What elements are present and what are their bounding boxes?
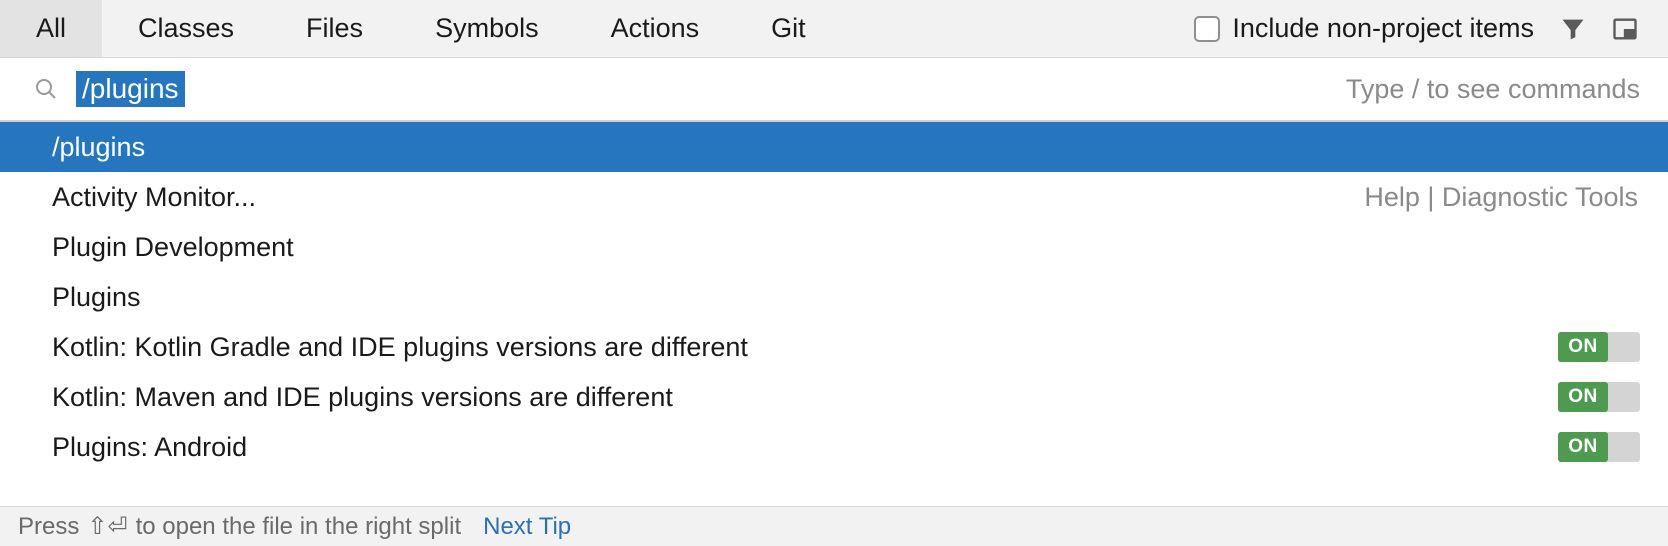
results-list: /plugins Activity Monitor... Help | Diag…	[0, 122, 1668, 472]
footer-text-after: to open the file in the right split	[136, 513, 462, 541]
tab-label: All	[36, 13, 66, 44]
include-nonproject-wrap: Include non-project items	[1194, 13, 1558, 44]
toggle-switch[interactable]: ON	[1558, 332, 1640, 362]
result-row[interactable]: /plugins	[0, 122, 1668, 172]
toggle-on-label: ON	[1558, 382, 1608, 412]
tab-git[interactable]: Git	[735, 0, 842, 57]
result-row[interactable]: Plugins: Android ON	[0, 422, 1668, 472]
tab-files[interactable]: Files	[270, 0, 399, 57]
search-row: /plugins Type / to see commands	[0, 58, 1668, 122]
toolbar-icons	[1558, 14, 1668, 44]
filter-icon[interactable]	[1558, 14, 1588, 44]
result-label: Kotlin: Kotlin Gradle and IDE plugins ve…	[52, 332, 748, 363]
tab-label: Classes	[138, 13, 234, 44]
tab-label: Symbols	[435, 13, 539, 44]
result-row[interactable]: Plugin Development	[0, 222, 1668, 272]
search-input[interactable]: /plugins	[76, 71, 185, 107]
footer-keys: ⇧⏎	[87, 512, 127, 541]
open-in-window-icon[interactable]	[1610, 14, 1640, 44]
result-label: Activity Monitor...	[52, 182, 256, 213]
result-row[interactable]: Kotlin: Maven and IDE plugins versions a…	[0, 372, 1668, 422]
tab-label: Files	[306, 13, 363, 44]
toggle-switch[interactable]: ON	[1558, 382, 1640, 412]
search-hint: Type / to see commands	[1346, 74, 1640, 105]
tab-actions[interactable]: Actions	[575, 0, 736, 57]
tab-all[interactable]: All	[0, 0, 102, 57]
tab-label: Git	[771, 13, 806, 44]
result-row[interactable]: Activity Monitor... Help | Diagnostic To…	[0, 172, 1668, 222]
result-label: Plugins	[52, 282, 141, 313]
result-label: /plugins	[52, 132, 145, 163]
search-icon	[34, 77, 58, 101]
tab-symbols[interactable]: Symbols	[399, 0, 575, 57]
tab-classes[interactable]: Classes	[102, 0, 270, 57]
tab-bar: All Classes Files Symbols Actions Git In…	[0, 0, 1668, 58]
toggle-switch[interactable]: ON	[1558, 432, 1640, 462]
result-label: Kotlin: Maven and IDE plugins versions a…	[52, 382, 673, 413]
result-row[interactable]: Plugins	[0, 272, 1668, 322]
result-row[interactable]: Kotlin: Kotlin Gradle and IDE plugins ve…	[0, 322, 1668, 372]
result-label: Plugins: Android	[52, 432, 247, 463]
toggle-on-label: ON	[1558, 432, 1608, 462]
result-label: Plugin Development	[52, 232, 294, 263]
result-right: Help | Diagnostic Tools	[1364, 182, 1648, 213]
footer-text-before: Press	[18, 513, 79, 541]
footer-next-tip-link[interactable]: Next Tip	[483, 513, 571, 541]
include-nonproject-checkbox[interactable]	[1194, 16, 1220, 42]
footer-bar: Press ⇧⏎ to open the file in the right s…	[0, 506, 1668, 546]
tab-label: Actions	[611, 13, 700, 44]
include-nonproject-label: Include non-project items	[1232, 13, 1534, 44]
toggle-on-label: ON	[1558, 332, 1608, 362]
